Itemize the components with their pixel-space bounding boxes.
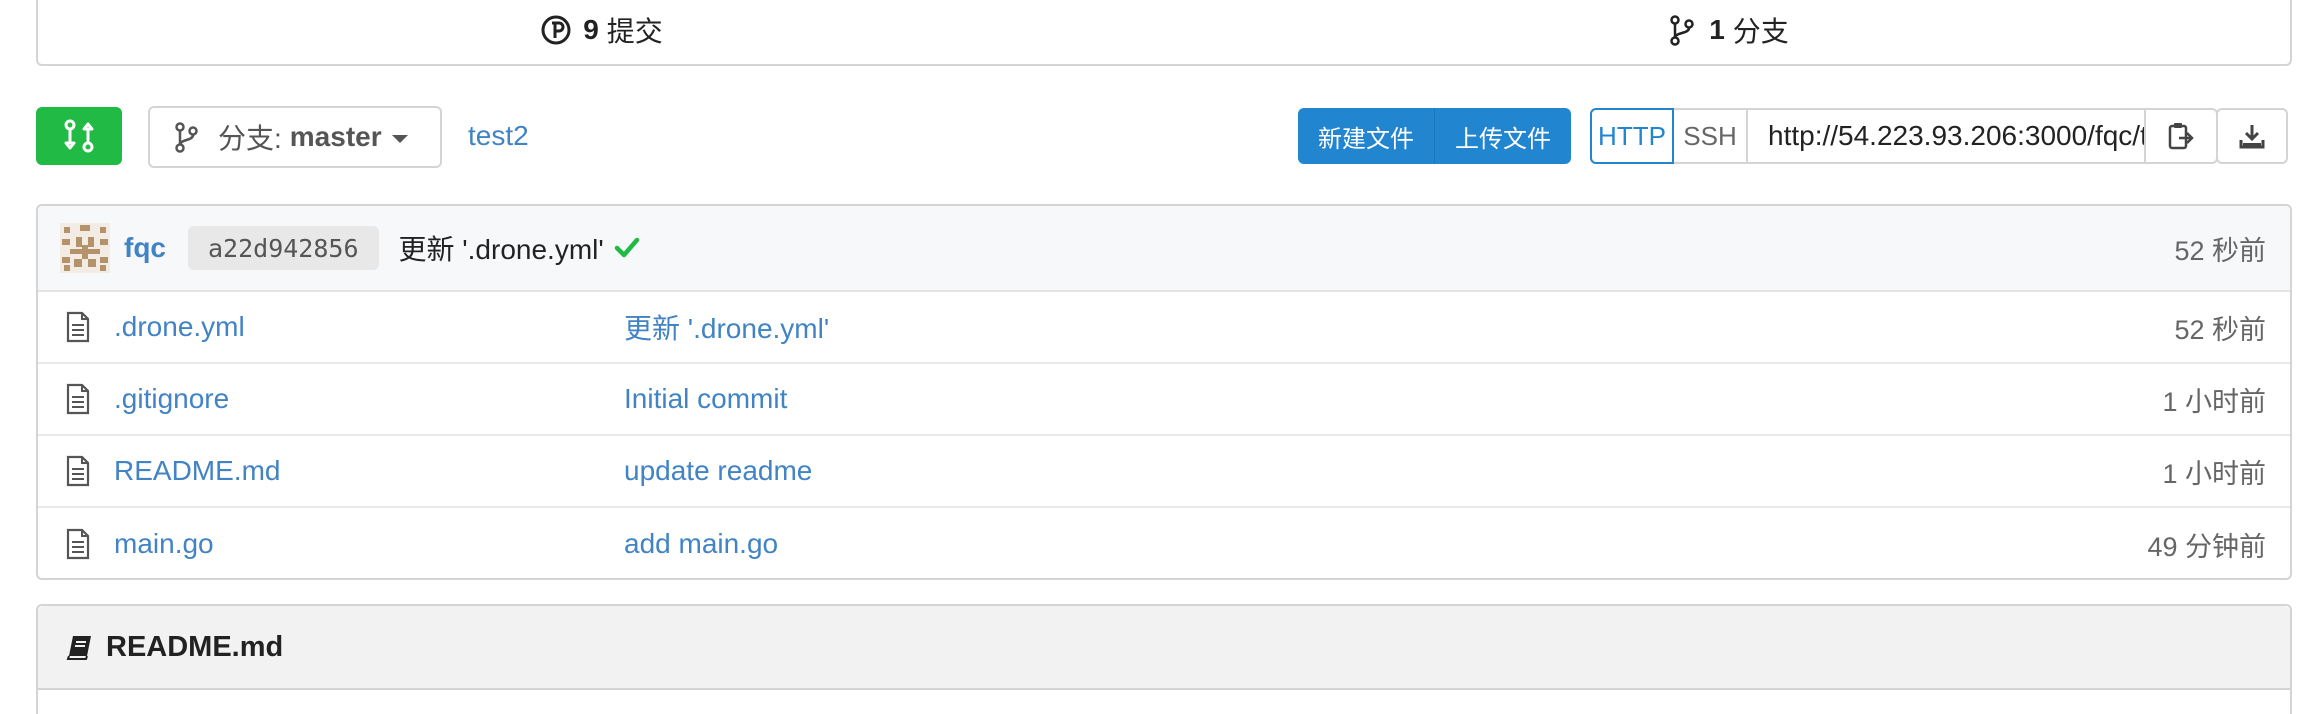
file-time: 1 小时前 (2162, 458, 2266, 489)
ssh-protocol-button[interactable]: SSH (1674, 108, 1748, 164)
history-icon (539, 13, 573, 47)
latest-commit-header: fqc a22d942856 更新 '.drone.yml' 52 秒前 (38, 206, 2290, 292)
chevron-down-icon (391, 135, 408, 143)
table-row: .gitignore Initial commit 1 小时前 (38, 364, 2290, 436)
file-table: fqc a22d942856 更新 '.drone.yml' 52 秒前 .dr… (36, 204, 2292, 580)
clone-panel: HTTP SSH http://54.223.93.206:3000/fqc/t… (1590, 108, 2218, 164)
file-text-icon (64, 455, 92, 487)
compare-pull-request-button[interactable] (36, 107, 122, 165)
file-actions-group: 新建文件 上传文件 (1298, 108, 1571, 164)
table-row: main.go add main.go 49 分钟前 (38, 508, 2290, 578)
file-commit-link[interactable]: add main.go (624, 528, 778, 560)
new-file-button[interactable]: 新建文件 (1298, 108, 1434, 164)
check-icon (614, 235, 640, 261)
commits-count: 9 (583, 14, 599, 45)
file-text-icon (64, 311, 92, 343)
commit-sha-label[interactable]: a22d942856 (188, 226, 379, 270)
download-archive-button[interactable] (2216, 108, 2288, 164)
file-name-link[interactable]: .gitignore (114, 383, 624, 415)
book-icon (66, 633, 94, 661)
readme-title: README.md (106, 630, 284, 663)
branches-count: 1 (1709, 14, 1725, 45)
table-row: .drone.yml 更新 '.drone.yml' 52 秒前 (38, 292, 2290, 364)
http-protocol-button[interactable]: HTTP (1590, 108, 1674, 164)
repo-breadcrumb-link[interactable]: test2 (468, 120, 529, 152)
branch-icon (1665, 13, 1699, 47)
upload-file-button[interactable]: 上传文件 (1434, 108, 1571, 164)
readme-panel: README.md (36, 604, 2292, 714)
file-time: 49 分钟前 (2147, 531, 2266, 562)
file-text-icon (64, 528, 92, 560)
file-time: 52 秒前 (2174, 314, 2266, 345)
commit-time: 52 秒前 (2174, 235, 2266, 266)
file-name-link[interactable]: README.md (114, 455, 624, 487)
pull-request-icon (62, 118, 96, 154)
commit-author-link[interactable]: fqc (124, 232, 166, 264)
file-commit-link[interactable]: update readme (624, 455, 812, 487)
commits-label: 提交 (606, 16, 663, 47)
repo-stats-bar: 9 提交 1 分支 (36, 0, 2292, 66)
branches-label: 分支 (1732, 16, 1789, 47)
copy-url-button[interactable] (2146, 108, 2218, 164)
file-name-link[interactable]: .drone.yml (114, 311, 624, 343)
table-row: README.md update readme 1 小时前 (38, 436, 2290, 508)
file-text-icon (64, 383, 92, 415)
file-name-link[interactable]: main.go (114, 528, 624, 560)
branch-name: master (289, 121, 382, 152)
readme-header: README.md (38, 606, 2290, 690)
branch-dropdown[interactable]: 分支: master (148, 106, 442, 168)
clipboard-icon (2167, 121, 2195, 151)
file-time: 1 小时前 (2162, 386, 2266, 417)
branches-stat[interactable]: 1 分支 (1164, 0, 2290, 64)
clone-url-input[interactable]: http://54.223.93.206:3000/fqc/test2.git (1748, 108, 2146, 164)
commits-stat[interactable]: 9 提交 (38, 0, 1164, 64)
branch-icon (172, 121, 202, 153)
download-icon (2238, 122, 2266, 150)
file-commit-link[interactable]: 更新 '.drone.yml' (624, 307, 829, 347)
file-commit-link[interactable]: Initial commit (624, 383, 787, 415)
avatar[interactable] (60, 223, 110, 273)
branch-prefix: 分支: (218, 123, 282, 154)
commit-message: 更新 '.drone.yml' (398, 234, 604, 265)
